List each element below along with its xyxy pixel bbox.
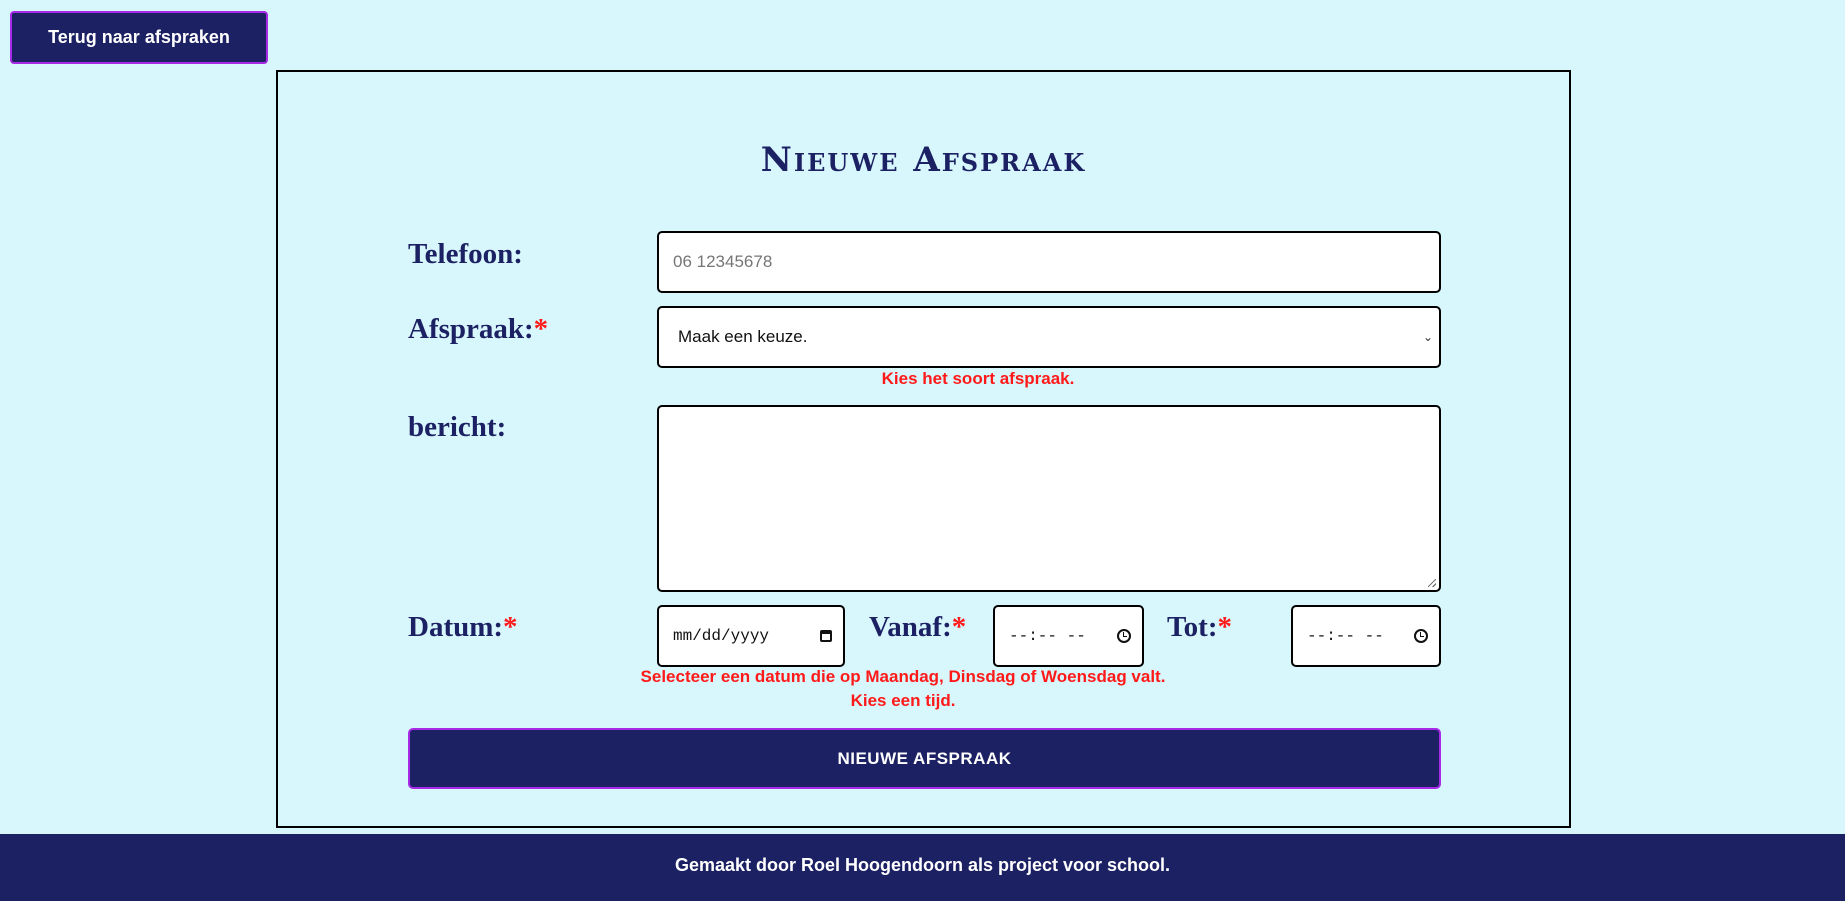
clock-icon[interactable]	[1414, 629, 1428, 643]
date-error: Selecteer een datum die op Maandag, Dins…	[640, 667, 1166, 686]
appointment-label-text: Afspraak:	[408, 313, 534, 345]
from-label: Vanaf:*	[869, 611, 966, 644]
new-appointment-submit-button[interactable]: NIEUWE AFSPRAAK	[408, 728, 1441, 789]
message-label: bericht:	[408, 411, 506, 444]
chevron-down-icon: ⌄	[1422, 330, 1433, 344]
date-label: Datum:*	[408, 611, 518, 644]
calendar-icon[interactable]	[820, 630, 832, 642]
phone-label-text: Telefoon:	[408, 238, 523, 270]
to-time-input[interactable]: --:-- --	[1291, 605, 1441, 667]
phone-label: Telefoon:	[408, 238, 523, 271]
to-label-text: Tot:	[1167, 611, 1218, 643]
to-label: Tot:*	[1167, 611, 1232, 644]
date-input[interactable]: mm/dd/yyyy	[657, 605, 845, 667]
appointment-label: Afspraak:*	[408, 313, 548, 346]
page-title: Nieuwe Afspraak	[760, 140, 1087, 180]
required-asterisk: *	[951, 611, 967, 643]
date-label-text: Datum:	[408, 611, 504, 643]
message-field[interactable]	[657, 405, 1441, 592]
resize-handle[interactable]	[1428, 579, 1436, 587]
time-error: Kies een tijd.	[850, 691, 956, 710]
required-asterisk: *	[533, 313, 549, 345]
appointment-select-value: Maak een keuze.	[678, 327, 808, 346]
required-asterisk: *	[503, 611, 518, 643]
from-time-placeholder: --:-- --	[1009, 627, 1086, 645]
phone-input[interactable]	[659, 233, 1439, 291]
footer: Gemaakt door Roel Hoogendoorn als projec…	[0, 834, 1845, 901]
required-asterisk: *	[1217, 611, 1233, 643]
clock-icon[interactable]	[1117, 629, 1131, 643]
new-appointment-form: Nieuwe Afspraak Telefoon: Afspraak:* Maa…	[276, 70, 1571, 828]
appointment-error: Kies het soort afspraak.	[881, 369, 1075, 388]
from-label-text: Vanaf:	[869, 611, 952, 643]
back-to-appointments-button[interactable]: Terug naar afspraken	[10, 11, 268, 64]
appointment-select[interactable]: Maak een keuze. ⌄	[657, 306, 1441, 368]
footer-text: Gemaakt door Roel Hoogendoorn als projec…	[674, 855, 1171, 875]
message-textarea[interactable]	[659, 407, 1439, 590]
from-time-input[interactable]: --:-- --	[993, 605, 1144, 667]
phone-field[interactable]	[657, 231, 1441, 293]
to-time-placeholder: --:-- --	[1307, 627, 1384, 645]
message-label-text: bericht:	[408, 411, 507, 443]
date-placeholder: mm/dd/yyyy	[673, 627, 770, 645]
